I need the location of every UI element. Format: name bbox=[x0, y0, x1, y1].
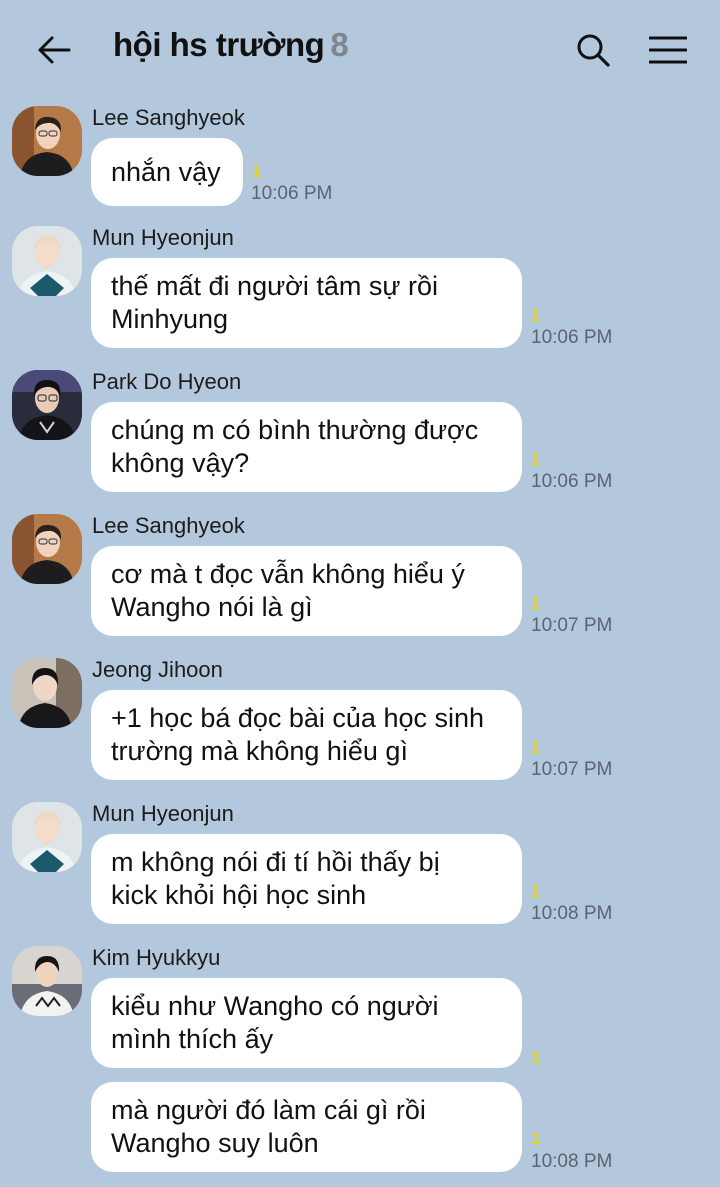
chat-title: hội hs trường 8 bbox=[113, 26, 349, 64]
message-bubble[interactable]: nhắn vậy bbox=[91, 138, 243, 206]
message-bubble[interactable]: m không nói đi tí hồi thấy bị kick khỏi … bbox=[91, 834, 522, 924]
search-button[interactable] bbox=[570, 28, 616, 72]
chat-title-text: hội hs trường bbox=[113, 26, 325, 63]
avatar[interactable] bbox=[12, 802, 82, 872]
message-bubble[interactable]: kiểu như Wangho có người mình thích ấy bbox=[91, 978, 522, 1068]
avatar[interactable] bbox=[12, 946, 82, 1016]
message-bubble[interactable]: thế mất đi người tâm sự rồi Minhyung bbox=[91, 258, 522, 348]
back-button[interactable] bbox=[30, 28, 78, 72]
message-bubble[interactable]: mà người đó làm cái gì rồi Wangho suy lu… bbox=[91, 1082, 522, 1172]
message-text: m không nói đi tí hồi thấy bị kick khỏi … bbox=[111, 847, 440, 910]
message-time: 10:07 PM bbox=[531, 759, 613, 780]
message-time: 10:06 PM bbox=[531, 471, 613, 492]
search-icon bbox=[577, 34, 610, 67]
sender-name: Park Do Hyeon bbox=[92, 369, 242, 394]
avatar[interactable] bbox=[12, 658, 82, 728]
sender-name: Kim Hyukkyu bbox=[92, 945, 221, 970]
sender-name: Lee Sanghyeok bbox=[92, 513, 245, 538]
avatar[interactable] bbox=[12, 226, 82, 296]
sender-name: Jeong Jihoon bbox=[92, 657, 223, 682]
unread-count: 1 bbox=[531, 450, 541, 469]
unread-count: 1 bbox=[531, 306, 541, 325]
message-time: 10:06 PM bbox=[531, 327, 613, 348]
message-bubble[interactable]: chúng m có bình thường được không vậy? bbox=[91, 402, 522, 492]
message-bubble[interactable]: cơ mà t đọc vẫn không hiểu ý Wangho nói … bbox=[91, 546, 522, 636]
sender-name: Mun Hyeonjun bbox=[92, 801, 234, 826]
message-text: chúng m có bình thường được không vậy? bbox=[111, 415, 479, 478]
unread-count: 1 bbox=[531, 594, 541, 613]
unread-count: 1 bbox=[531, 738, 541, 757]
message-text: mà người đó làm cái gì rồi Wangho suy lu… bbox=[111, 1095, 426, 1158]
message-bubble[interactable]: +1 học bá đọc bài của học sinh trường mà… bbox=[91, 690, 522, 780]
unread-count: 1 bbox=[531, 882, 541, 901]
message-text: kiểu như Wangho có người mình thích ấy bbox=[111, 991, 439, 1054]
message-text: cơ mà t đọc vẫn không hiểu ý Wangho nói … bbox=[111, 559, 465, 622]
sender-name: Mun Hyeonjun bbox=[92, 225, 234, 250]
member-count: 8 bbox=[330, 26, 349, 63]
avatar[interactable] bbox=[12, 514, 82, 584]
chat-header: hội hs trường 8 bbox=[0, 0, 720, 100]
hamburger-menu-icon bbox=[649, 36, 687, 64]
message-time: 10:07 PM bbox=[531, 615, 613, 636]
message-time: 10:08 PM bbox=[531, 903, 613, 924]
sender-name: Lee Sanghyeok bbox=[92, 105, 245, 130]
arrow-left-icon bbox=[38, 36, 71, 64]
avatar[interactable] bbox=[12, 370, 82, 440]
unread-count: 1 bbox=[531, 1048, 541, 1067]
menu-button[interactable] bbox=[644, 28, 692, 72]
message-text: nhắn vậy bbox=[111, 156, 221, 187]
message-time: 10:08 PM bbox=[531, 1151, 613, 1172]
avatar[interactable] bbox=[12, 106, 82, 176]
unread-count: 1 bbox=[252, 162, 262, 181]
unread-count: 1 bbox=[531, 1129, 541, 1148]
message-time: 10:06 PM bbox=[251, 183, 333, 204]
message-text: thế mất đi người tâm sự rồi Minhyung bbox=[111, 271, 438, 334]
message-text: +1 học bá đọc bài của học sinh trường mà… bbox=[111, 703, 485, 766]
